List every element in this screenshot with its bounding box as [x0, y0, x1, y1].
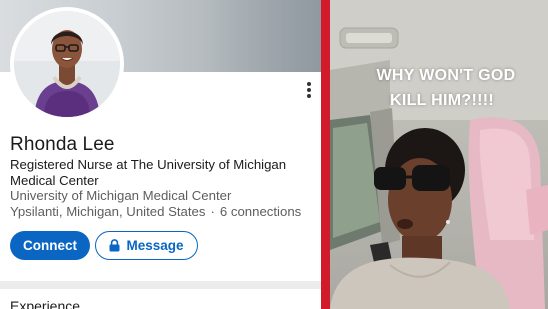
connections-count[interactable]: 6 connections	[220, 204, 301, 219]
message-button-label: Message	[126, 238, 184, 253]
caption-line-1: WHY WON'T GOD	[376, 67, 516, 84]
message-button[interactable]: Message	[95, 231, 198, 260]
profile-headline: Registered Nurse at The University of Mi…	[10, 157, 287, 188]
experience-section-title: Experience	[10, 298, 81, 309]
lock-icon	[109, 239, 120, 252]
separator-dot: ·	[210, 204, 215, 219]
section-divider	[0, 281, 321, 289]
profile-company[interactable]: University of Michigan Medical Center	[10, 188, 231, 203]
profile-avatar[interactable]	[10, 7, 124, 121]
more-options-icon[interactable]	[302, 80, 316, 100]
video-frame[interactable]: WHY WON'T GOD KILL HIM?!!!!	[330, 0, 548, 309]
profile-location: Ypsilanti, Michigan, United States	[10, 204, 206, 219]
avatar-photo	[14, 11, 120, 117]
profile-panel: Rhonda Lee Registered Nurse at The Unive…	[0, 0, 321, 309]
profile-name: Rhonda Lee	[10, 134, 115, 155]
connect-button[interactable]: Connect	[10, 231, 90, 260]
split-divider	[321, 0, 330, 309]
car-interior-scene-icon	[330, 0, 548, 309]
caption-line-2: KILL HIM?!!!!	[389, 92, 495, 109]
profile-location-line: Ypsilanti, Michigan, United States · 6 con…	[10, 204, 301, 219]
person-photo-icon	[14, 11, 120, 117]
